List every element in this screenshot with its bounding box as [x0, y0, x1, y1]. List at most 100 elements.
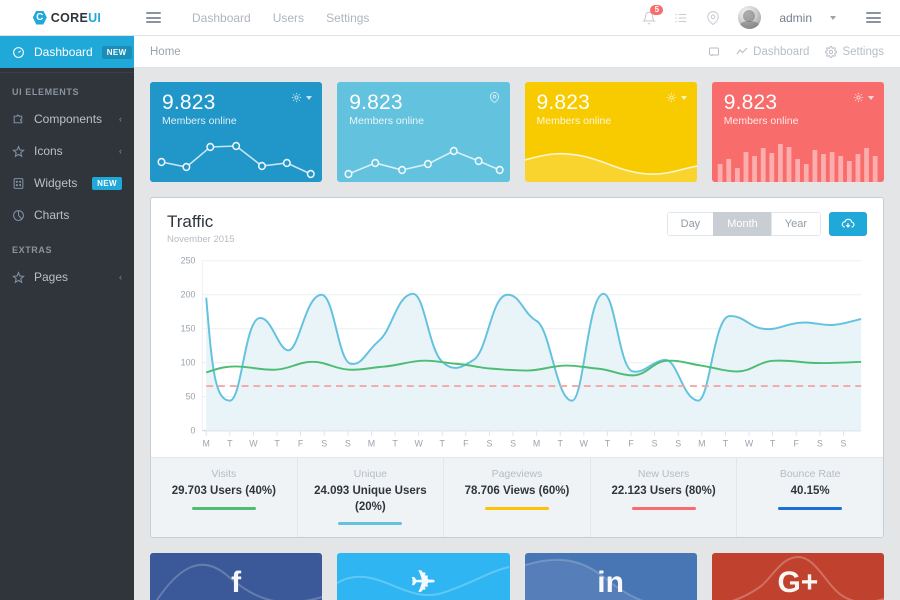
hamburger-icon [865, 10, 881, 26]
svg-text:M: M [203, 438, 210, 448]
stat-card-members-3[interactable]: 9.823 Members online [524, 82, 697, 182]
sidebar-item-label: Dashboard [34, 45, 93, 59]
svg-text:T: T [392, 438, 398, 448]
stat-cards-row: 9.823 Members online 9.823 Members onlin… [150, 82, 884, 182]
coreui-logo-icon [32, 10, 47, 25]
svg-text:S: S [817, 438, 823, 448]
stat-card-bars [712, 130, 884, 182]
avatar[interactable] [738, 6, 762, 29]
svg-text:200: 200 [181, 290, 196, 300]
brand-name: COREUI [50, 10, 102, 25]
svg-text:T: T [605, 438, 611, 448]
traffic-subtitle: November 2015 [167, 234, 235, 245]
stat-card-members-4[interactable]: 9.823 Members online [711, 82, 884, 182]
gear-icon [666, 92, 676, 103]
sidebar-item-label: Icons [34, 144, 63, 158]
main-content: 9.823 Members online 9.823 Members onlin… [134, 68, 900, 600]
googleplus-icon: G+ [777, 566, 819, 600]
sidebar-badge-new: NEW [101, 45, 132, 59]
traffic-stat-title: Visits [211, 468, 237, 480]
social-card-linkedin[interactable]: in [524, 553, 697, 600]
speedometer-icon [12, 46, 25, 59]
notifications-button[interactable]: 5 [642, 4, 664, 25]
stat-card-members-1[interactable]: 9.823 Members online [150, 82, 323, 182]
chart-x-axis-labels: MTWTFSSMTWTFSSMTWTFSSMTWTFSS [203, 438, 847, 448]
stat-card-menu[interactable] [291, 92, 313, 103]
brand-logo[interactable]: COREUI [0, 0, 134, 36]
sidebar-item-icons[interactable]: Icons ‹ [0, 135, 134, 167]
stat-card-label: Members online [349, 115, 424, 128]
traffic-stat-unique: Unique 24.093 Unique Users (20%) [298, 458, 445, 538]
sidebar-item-label: Pages [34, 270, 69, 284]
chart-line-icon [736, 47, 748, 54]
stat-card-menu[interactable] [853, 92, 874, 103]
top-nav-dashboard[interactable]: Dashboard [192, 11, 251, 25]
sidebar-item-dashboard[interactable]: Dashboard NEW [0, 36, 134, 68]
range-button-year[interactable]: Year [770, 212, 821, 236]
download-button[interactable] [829, 212, 867, 236]
top-nav-settings[interactable]: Settings [326, 11, 369, 25]
svg-text:F: F [628, 438, 634, 448]
social-card-facebook[interactable]: f [150, 553, 323, 600]
puzzle-icon [12, 113, 25, 126]
sidebar-item-label: Components [34, 112, 103, 126]
breadcrumb-settings-button[interactable]: Settings [825, 45, 884, 58]
chevron-down-icon [868, 95, 874, 100]
tasks-button[interactable] [674, 11, 688, 25]
stat-card-members-2[interactable]: 9.823 Members online [337, 82, 510, 182]
range-button-month[interactable]: Month [713, 212, 771, 236]
sidebar-item-charts[interactable]: Charts [0, 199, 134, 231]
top-header: COREUI Dashboard Users Settings 5 admin [0, 0, 900, 36]
social-card-twitter[interactable]: ✈ [337, 553, 510, 600]
svg-text:S: S [840, 438, 846, 448]
stat-card-label: Members online [723, 115, 799, 128]
breadcrumb-action-label: Settings [842, 45, 884, 58]
location-button[interactable] [706, 10, 720, 25]
sidebar-toggle-button[interactable] [138, 10, 168, 26]
breadcrumb-item-home[interactable]: Home [150, 46, 181, 58]
chevron-down-icon[interactable] [830, 15, 836, 20]
range-button-group: Day Month Year [666, 212, 821, 236]
stat-card-value: 9.823 [162, 91, 216, 114]
range-button-day[interactable]: Day [666, 212, 714, 236]
breadcrumb-dashboard-button[interactable]: Dashboard [736, 46, 809, 58]
svg-text:M: M [698, 438, 705, 448]
svg-text:50: 50 [186, 392, 196, 402]
svg-text:W: W [249, 438, 258, 448]
traffic-stat-title: Unique [353, 468, 388, 480]
svg-text:T: T [770, 438, 776, 448]
chevron-down-icon [680, 95, 687, 100]
social-cards-row: f ✈ in G+ [150, 553, 884, 600]
aside-toggle-button[interactable] [858, 10, 888, 26]
svg-text:W: W [414, 438, 423, 448]
sidebar: Dashboard NEW UI ELEMENTS Components ‹ I… [0, 36, 134, 600]
traffic-chart: 250 200 150 100 50 0 M T W T F S S M T W… [151, 245, 883, 457]
traffic-stats-footer: Visits 29.703 Users (40%) Unique 24.093 … [151, 457, 883, 538]
gear-icon [853, 92, 864, 103]
stat-card-label: Members online [536, 115, 612, 128]
sidebar-item-components[interactable]: Components ‹ [0, 103, 134, 135]
sidebar-item-label: Widgets [34, 176, 78, 190]
traffic-stat-pageviews: Pageviews 78.706 Views (60%) [444, 458, 591, 538]
svg-text:150: 150 [181, 324, 196, 334]
svg-text:F: F [298, 438, 304, 448]
facebook-icon: f [231, 566, 242, 600]
chevron-right-icon: ‹ [119, 272, 122, 282]
sidebar-item-pages[interactable]: Pages ‹ [0, 261, 134, 293]
stat-card-location-button[interactable] [489, 92, 500, 103]
user-name[interactable]: admin [779, 11, 812, 25]
sidebar-item-widgets[interactable]: Widgets NEW [0, 167, 134, 199]
stat-card-menu[interactable] [666, 92, 687, 103]
breadcrumb-messages-button[interactable] [708, 46, 720, 58]
svg-text:S: S [675, 438, 681, 448]
linkedin-icon: in [597, 566, 624, 600]
social-card-googleplus[interactable]: G+ [711, 553, 884, 600]
traffic-stat-bar [484, 506, 549, 510]
top-nav-users[interactable]: Users [273, 11, 304, 25]
breadcrumb-action-label: Dashboard [753, 45, 810, 58]
stat-card-sparkline [524, 130, 697, 182]
star-icon [12, 144, 25, 158]
traffic-stat-value: 78.706 Views (60%) [464, 485, 570, 497]
traffic-stat-bar [631, 506, 696, 510]
traffic-card-header: Traffic November 2015 Day Month Year [151, 198, 883, 245]
